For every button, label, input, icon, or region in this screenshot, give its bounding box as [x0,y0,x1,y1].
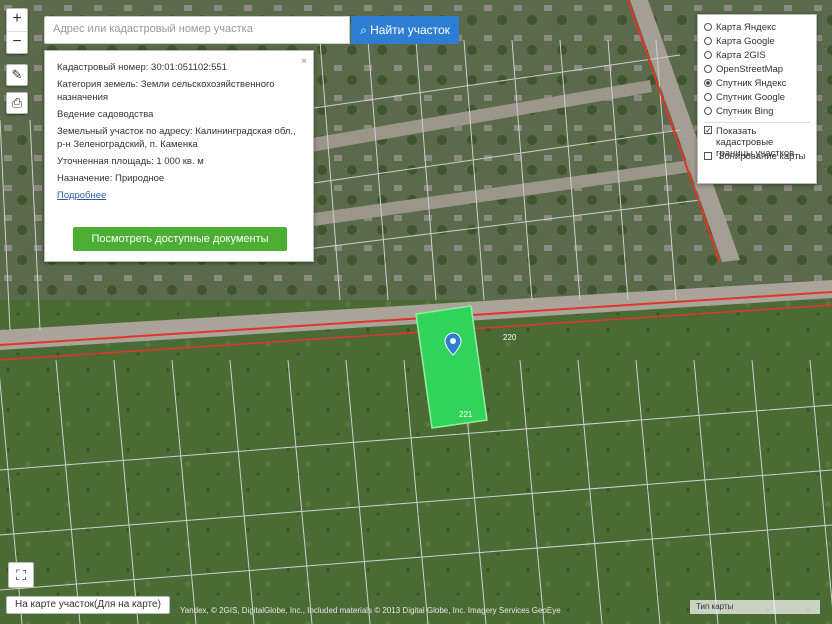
layer-option-label: Карта Google [716,36,775,47]
layer-option-label: Карта 2GIS [716,50,766,61]
cadastral-borders-label: Показать кадастровые границы участков [716,126,795,159]
radio-button[interactable] [704,37,712,45]
layer-option-label: Спутник Яндекс [716,78,787,89]
bottom-status-bar[interactable]: На карте участок(Для на карте) [6,596,170,614]
ruler-icon[interactable]: ✎ [6,64,28,86]
layer-option[interactable]: Карта 2GIS [704,49,810,63]
close-icon[interactable]: × [301,55,307,68]
radio-button[interactable] [704,107,712,115]
land-category: Категория земель: Земли сельскохозяйстве… [57,79,275,103]
layer-option-label: Спутник Bing [716,106,774,117]
layer-option[interactable]: OpenStreetMap [704,63,810,77]
view-documents-button[interactable]: Посмотреть доступные документы [73,227,287,251]
map-copyright: Yandex, © 2GIS, DigitalGlobe, Inc., Incl… [180,606,561,615]
zoning-label: Зонирование карты [718,151,806,162]
search-button[interactable]: ⌕ Найти участок [351,16,459,44]
layer-option[interactable]: Спутник Google [704,91,810,105]
layer-option[interactable]: Спутник Яндекс [704,77,810,91]
layer-option[interactable]: Спутник Bing [704,105,810,119]
minus-icon[interactable]: − [7,31,27,53]
cadastral-number: Кадастровый номер: 30:01:051102:551 [57,62,227,73]
search-icon: ⌕ [360,23,371,37]
land-use: Ведение садоводства [57,109,154,120]
radio-button[interactable] [704,79,712,87]
layer-option-label: Карта Яндекс [716,22,777,33]
checkbox[interactable]: ✓ [704,126,712,135]
parcel-ownership: Назначение: Природное [57,173,165,184]
field-area [0,300,832,624]
radio-button[interactable] [704,65,712,73]
parcel-info-card: × Кадастровый номер: 30:01:051102:551 Ка… [44,50,314,262]
layer-switcher: Карта Яндекс Карта Google Карта 2GIS OpenSt… [697,14,817,184]
radio-button[interactable] [704,93,712,101]
cadastral-borders-toggle[interactable]: ✓ Показать кадастровые границы участков [704,126,810,159]
parcel-area: Уточненная площадь: 1 000 кв. м [57,156,204,167]
search-input[interactable]: Адрес или кадастровый номер участка [44,16,350,44]
layer-option-label: Спутник Google [716,92,786,103]
map-type-label: Тип карты [690,600,820,614]
layer-option-label: OpenStreetMap [716,64,784,75]
checkbox[interactable] [704,152,712,160]
parcel-address: Земельный участок по адресу: Калининград… [57,126,296,150]
printer-icon[interactable]: ⎙ [6,92,28,114]
zoning-toggle[interactable]: Зонирование карты [704,150,810,164]
layer-option[interactable]: Карта Яндекс [704,21,810,35]
radio-button[interactable] [704,23,712,31]
zoom-control: + − [6,8,28,54]
search-button-label: Найти участок [370,23,450,37]
radio-button[interactable] [704,51,712,59]
layer-option[interactable]: Карта Google [704,35,810,49]
more-link[interactable]: Подробнее [57,190,106,201]
plus-icon[interactable]: + [7,9,27,31]
fullscreen-icon[interactable]: ⛶ [8,562,34,588]
